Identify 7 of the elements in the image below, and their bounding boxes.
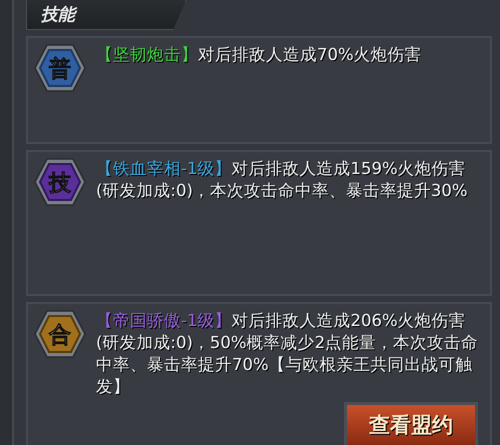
skill-badge: 合 <box>34 310 86 358</box>
skill-description: 【铁血宰相-1级】对后排敌人造成159%火炮伤害(研发加成:0)，本次攻击命中率、暴击率提升30% <box>96 158 469 202</box>
skill-description: 【坚韧炮击】对后排敌人造成70%火炮伤害 <box>96 44 422 66</box>
skill-badge: 普 <box>34 44 86 92</box>
skill-badge: 技 <box>34 158 86 206</box>
skill-description: 【帝国骄傲-1级】对后排敌人造成206%火炮伤害(研发加成:0)，50%概率减少2点能量，本次攻击命中率、暴击率提升70%【与欧根亲王共同出战可触发】 <box>96 310 480 398</box>
view-alliance-button[interactable]: 查看盟约 <box>344 402 478 445</box>
